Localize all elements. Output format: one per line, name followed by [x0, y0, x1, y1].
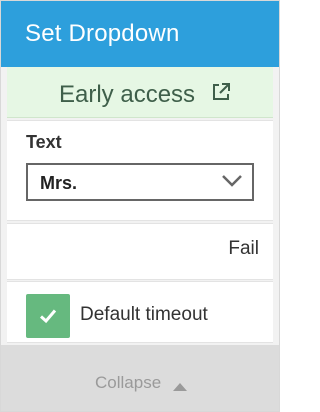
text-field-card: Text Mrs. [7, 120, 273, 221]
dropdown-selected-value: Mrs. [40, 173, 78, 193]
default-timeout-card: Default timeout [7, 281, 273, 343]
early-access-label: Early access [59, 81, 196, 108]
text-dropdown[interactable]: Mrs. [26, 163, 254, 201]
chevron-down-icon[interactable] [221, 173, 243, 189]
checkmark-icon [39, 309, 57, 324]
text-field-label: Text [26, 132, 62, 152]
early-access-banner[interactable]: Early access [7, 67, 273, 118]
panel-title: Set Dropdown [25, 20, 180, 47]
status-card: Fail [7, 223, 273, 280]
collapse-button[interactable]: Collapse [1, 345, 279, 411]
set-dropdown-panel: Set Dropdown Early access Text Mrs. Fail [0, 0, 280, 412]
caret-up-icon [173, 378, 187, 391]
panel-header: Set Dropdown [1, 1, 279, 67]
status-text: Fail [228, 238, 259, 259]
default-timeout-checkbox[interactable] [26, 294, 70, 338]
collapse-label: Collapse [95, 373, 162, 392]
default-timeout-label: Default timeout [80, 304, 208, 325]
external-link-icon[interactable] [210, 81, 232, 103]
